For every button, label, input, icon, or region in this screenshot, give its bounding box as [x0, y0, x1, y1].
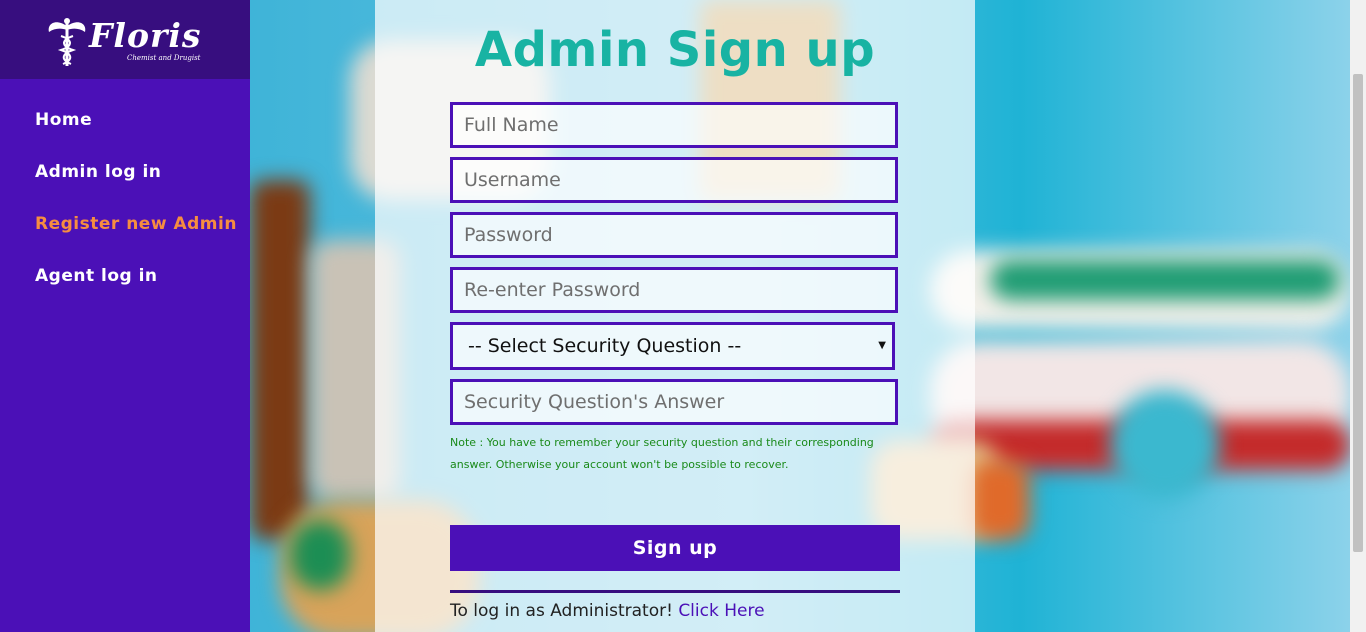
sidebar: Floris Chemist and Drugist Home Admin lo…	[0, 0, 250, 632]
security-note: Note : You have to remember your securit…	[450, 436, 874, 471]
sidebar-item-admin-login[interactable]: Admin log in	[35, 155, 237, 207]
sidebar-item-register-admin[interactable]: Register new Admin	[35, 207, 237, 259]
login-link[interactable]: Click Here	[678, 601, 764, 621]
sign-up-button[interactable]: Sign up	[450, 525, 900, 571]
page-scrollbar[interactable]	[1350, 0, 1366, 632]
sidebar-item-agent-login[interactable]: Agent log in	[35, 259, 237, 311]
full-name-input[interactable]	[450, 102, 898, 148]
username-input[interactable]	[450, 157, 898, 203]
logo-bar: Floris Chemist and Drugist	[0, 0, 250, 79]
security-answer-input[interactable]	[450, 379, 898, 425]
sidebar-item-home[interactable]: Home	[35, 103, 237, 155]
brand-logo[interactable]: Floris Chemist and Drugist	[45, 10, 205, 70]
dropdown-arrow-icon: ▼	[878, 340, 886, 351]
caduceus-icon	[48, 17, 86, 66]
security-question-select[interactable]: -- Select Security Question -- ▼	[450, 322, 895, 370]
page-title: Admin Sign up	[474, 22, 876, 78]
security-question-selected: -- Select Security Question --	[468, 335, 742, 357]
login-prompt-text: To log in as Administrator!	[450, 601, 673, 621]
sidebar-nav: Home Admin log in Register new Admin Age…	[35, 103, 237, 311]
signup-panel: Admin Sign up -- Select Security Questio…	[375, 0, 975, 632]
login-prompt: To log in as Administrator! Click Here	[450, 601, 765, 621]
scrollbar-thumb[interactable]	[1353, 74, 1363, 552]
reenter-password-input[interactable]	[450, 267, 898, 313]
password-input[interactable]	[450, 212, 898, 258]
brand-name: Floris	[89, 15, 202, 55]
brand-tagline: Chemist and Drugist	[127, 53, 201, 62]
divider	[450, 590, 900, 593]
